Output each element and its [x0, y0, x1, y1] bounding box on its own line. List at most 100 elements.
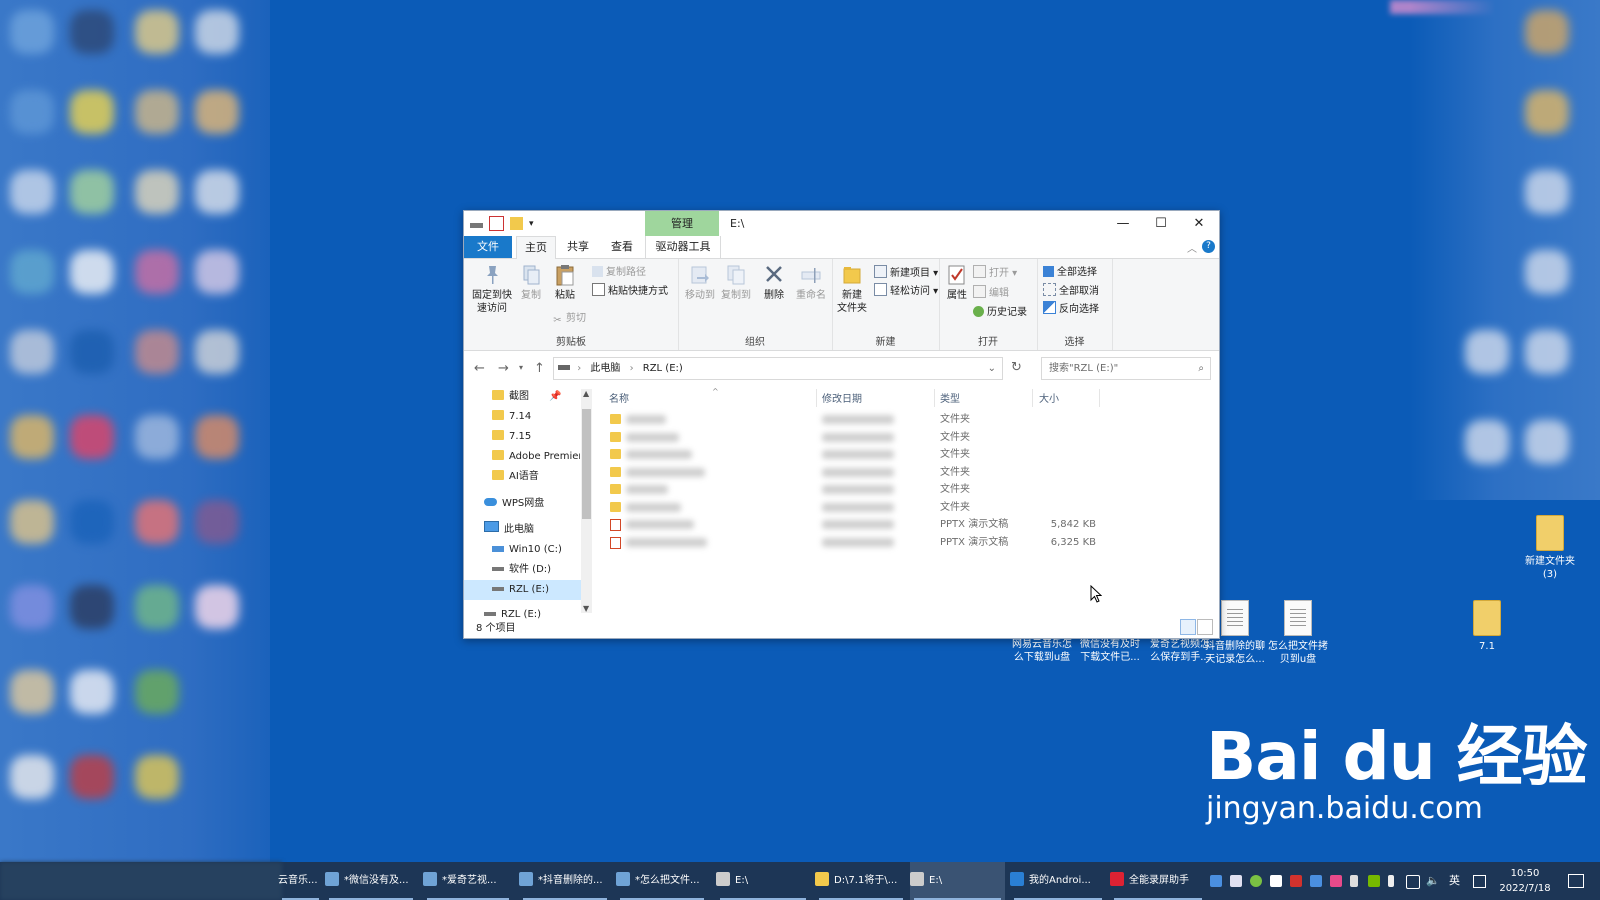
delete-button[interactable]: 删除	[758, 263, 790, 302]
nav-item-wps-cloud[interactable]: WPS网盘	[484, 494, 544, 514]
taskbar-item[interactable]: *抖音删除的...	[519, 862, 611, 900]
file-row[interactable]: 文件夹	[604, 429, 1210, 446]
taskbar-item[interactable]: E:\	[716, 862, 810, 900]
properties-button[interactable]: 属性	[943, 263, 971, 302]
column-header-type[interactable]: 类型	[940, 391, 960, 409]
copy-path-button[interactable]: 复制路径	[592, 265, 646, 281]
minimize-button[interactable]: —	[1104, 211, 1142, 236]
nav-item-software-d[interactable]: 软件 (D:)	[492, 560, 551, 580]
qat-dropdown-icon[interactable]: ▾	[529, 219, 534, 229]
select-all-button[interactable]: 全部选择	[1043, 265, 1097, 281]
tray-app-icon[interactable]	[1290, 875, 1302, 887]
maximize-button[interactable]: ☐	[1142, 211, 1180, 236]
up-arrow-icon[interactable]: ↑	[534, 361, 545, 376]
file-row[interactable]: 文件夹	[604, 446, 1210, 463]
new-folder-qat-icon[interactable]	[510, 217, 523, 230]
nav-item-adobe-premier[interactable]: Adobe Premier	[492, 447, 580, 467]
column-header-size[interactable]: 大小	[1039, 391, 1059, 409]
open-button[interactable]: 打开 ▾	[973, 265, 1017, 281]
nav-item-7-15[interactable]: 7.15	[492, 427, 531, 447]
taskbar-item[interactable]: D:\7.1将于\...	[815, 862, 907, 900]
nvidia-icon[interactable]	[1368, 875, 1380, 887]
nav-item-screenshots[interactable]: 截图 📌	[492, 387, 561, 407]
back-arrow-icon[interactable]: ←	[474, 361, 485, 376]
manage-context-tab[interactable]: 管理	[645, 211, 719, 236]
nav-item-this-pc[interactable]: 此电脑	[484, 520, 534, 540]
breadcrumb-this-pc[interactable]: 此电脑	[590, 363, 620, 374]
details-view-icon[interactable]	[1180, 619, 1196, 635]
tab-home[interactable]: 主页	[516, 236, 556, 259]
column-divider[interactable]	[934, 389, 935, 407]
tab-view[interactable]: 查看	[603, 236, 641, 258]
taskbar-item[interactable]: 云音乐...	[278, 862, 323, 900]
address-bar[interactable]: › 此电脑 › RZL (E:) ⌄	[553, 357, 1003, 380]
ribbon-collapse-icon[interactable]: ︿	[1187, 240, 1197, 255]
column-header-name[interactable]: 名称	[609, 391, 629, 409]
forward-arrow-icon[interactable]: →	[498, 361, 509, 376]
paste-button[interactable]: 粘贴	[550, 263, 580, 302]
nav-item-rzl-e-selected[interactable]: RZL (E:)	[464, 580, 581, 600]
usb-icon[interactable]	[1350, 875, 1358, 887]
file-row[interactable]: 文件夹	[604, 411, 1210, 428]
close-button[interactable]: ✕	[1180, 211, 1218, 236]
shield-icon[interactable]	[1310, 875, 1322, 887]
history-button[interactable]: 历史记录	[973, 305, 1027, 321]
breadcrumb-separator-icon[interactable]: ›	[630, 363, 634, 374]
scroll-up-icon[interactable]: ▲	[583, 389, 589, 398]
notifications-icon[interactable]	[1568, 874, 1584, 888]
copy-button[interactable]: 复制	[516, 263, 546, 302]
column-header-date[interactable]: 修改日期	[822, 391, 862, 409]
pin-quick-access-button[interactable]: 固定到快 速访问	[470, 263, 514, 315]
desktop-file[interactable]: 怎么把文件拷 贝到u盘	[1258, 600, 1338, 666]
input-language-indicator[interactable]: 英	[1449, 862, 1460, 900]
tray-app-icon[interactable]	[1230, 875, 1242, 887]
edit-button[interactable]: 编辑	[973, 285, 1009, 301]
desktop-new-folder[interactable]: 新建文件夹 (3)	[1510, 515, 1590, 581]
properties-qat-icon[interactable]	[489, 216, 504, 231]
input-method-icon[interactable]	[1473, 875, 1486, 888]
clock[interactable]: 10:50 2022/7/18	[1490, 866, 1560, 896]
move-to-button[interactable]: 移动到	[684, 263, 716, 302]
address-dropdown-icon[interactable]: ⌄	[988, 358, 996, 379]
large-icons-view-icon[interactable]	[1197, 619, 1213, 635]
taskbar-item[interactable]: 我的Androi...	[1010, 862, 1106, 900]
title-bar[interactable]: ▾ 管理 E:\ — ☐ ✕	[464, 211, 1219, 236]
tab-drive-tools[interactable]: 驱动器工具	[645, 236, 721, 258]
search-box[interactable]: 搜索"RZL (E:)" ⌕	[1041, 357, 1211, 380]
tray-app-icon[interactable]	[1250, 875, 1262, 887]
tray-app-icon[interactable]	[1330, 875, 1342, 887]
help-icon[interactable]: ?	[1202, 240, 1215, 253]
nav-item-ai-voice[interactable]: AI语音	[492, 467, 539, 487]
breadcrumb-separator-icon[interactable]: ›	[577, 363, 581, 374]
microphone-icon[interactable]	[1388, 875, 1394, 887]
new-folder-button[interactable]: 新建 文件夹	[834, 263, 870, 315]
easy-access-button[interactable]: 轻松访问 ▾	[874, 283, 938, 299]
paste-shortcut-button[interactable]: 粘贴快捷方式	[592, 283, 668, 299]
file-row[interactable]: 文件夹	[604, 481, 1210, 498]
file-row[interactable]: 文件夹	[604, 499, 1210, 516]
tray-app-icon[interactable]	[1270, 875, 1282, 887]
volume-icon[interactable]: 🔈	[1426, 875, 1440, 887]
column-divider[interactable]	[1099, 389, 1100, 407]
desktop-folder-7-1[interactable]: 7.1	[1447, 600, 1527, 653]
rename-button[interactable]: 重命名	[794, 263, 828, 302]
column-divider[interactable]	[816, 389, 817, 407]
new-item-button[interactable]: 新建项目 ▾	[874, 265, 938, 281]
taskbar-item[interactable]: E:\	[910, 862, 1005, 900]
taskbar-item[interactable]: 全能录屏助手	[1110, 862, 1206, 900]
recent-locations-icon[interactable]: ▾	[519, 363, 523, 372]
taskbar-item[interactable]: *怎么把文件...	[616, 862, 708, 900]
file-row[interactable]: PPTX 演示文稿 6,325 KB	[604, 534, 1210, 551]
refresh-icon[interactable]: ↻	[1011, 360, 1022, 375]
file-row[interactable]: 文件夹	[604, 464, 1210, 481]
copy-to-button[interactable]: 复制到	[720, 263, 752, 302]
cut-button[interactable]: ✂ 剪切	[552, 311, 586, 327]
network-icon[interactable]	[1406, 875, 1420, 889]
scroll-down-icon[interactable]: ▼	[583, 604, 589, 613]
breadcrumb-rzl-e[interactable]: RZL (E:)	[643, 363, 683, 374]
invert-selection-button[interactable]: 反向选择	[1043, 301, 1099, 317]
tray-app-icon[interactable]	[1210, 875, 1222, 887]
nav-item-7-14[interactable]: 7.14	[492, 407, 531, 427]
select-none-button[interactable]: 全部取消	[1043, 283, 1099, 299]
file-row[interactable]: PPTX 演示文稿 5,842 KB	[604, 516, 1210, 533]
